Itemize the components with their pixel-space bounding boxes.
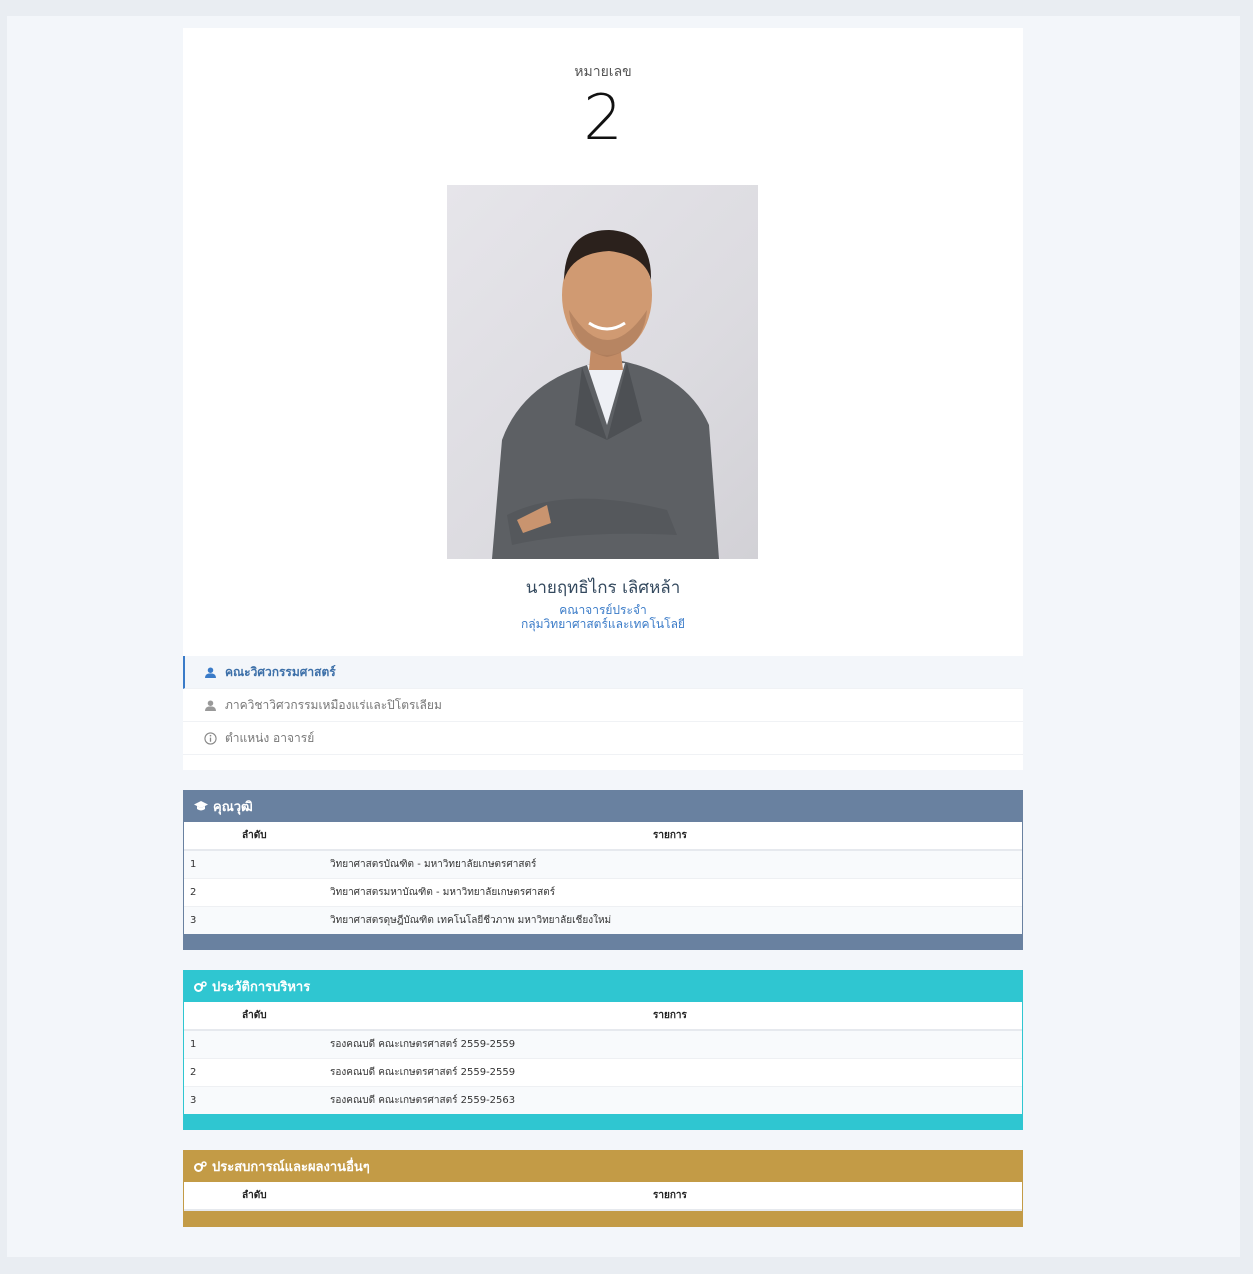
table-row: 3 วิทยาศาสตรดุษฎีบัณฑิต เทคโนโลยีชีวภาพ …: [184, 905, 1022, 934]
qualifications-header: คุณวุฒิ: [184, 790, 1022, 822]
number-value: 2: [583, 81, 623, 154]
table-header-row: ลำดับ รายการ: [184, 822, 1022, 851]
row-index: 3: [184, 905, 330, 934]
graduation-cap-icon: [194, 800, 208, 812]
admin-history-footer: [184, 1114, 1022, 1130]
row-index: 2: [184, 877, 330, 906]
info-item-label: คณะวิศวกรรมศาสตร์: [225, 664, 336, 679]
row-item: รองคณบดี คณะเกษตรศาสตร์ 2559-2563: [330, 1085, 1022, 1114]
qualifications-title: คุณวุฒิ: [213, 799, 253, 815]
user-icon: [199, 699, 221, 711]
column-header-item: รายการ: [330, 1002, 1022, 1031]
info-item-label: ภาควิชาวิศวกรรมเหมืองแร่และปิโตรเลียม: [225, 697, 442, 712]
info-item-label: ตำแหน่ง อาจารย์: [225, 730, 315, 745]
column-header-item: รายการ: [330, 822, 1022, 851]
cogs-icon: [194, 980, 207, 992]
user-icon: [199, 666, 221, 678]
row-index: 2: [184, 1057, 330, 1086]
profile-card: หมายเลข 2 นายฤทธิไกร เลิศหล้า คณาจารย์ปร…: [183, 28, 1023, 770]
row-item: รองคณบดี คณะเกษตรศาสตร์ 2559-2559: [330, 1029, 1022, 1058]
experience-footer: [184, 1211, 1022, 1227]
row-index: 1: [184, 1029, 330, 1058]
table-row: 1 วิทยาศาสตรบัณฑิต - มหาวิทยาลัยเกษตรศาส…: [184, 849, 1022, 878]
profile-photo: [447, 185, 758, 559]
table-row: 2 วิทยาศาสตรมหาบัณฑิต - มหาวิทยาลัยเกษตร…: [184, 877, 1022, 906]
position-text: คณาจารย์ประจำ กลุ่มวิทยาศาสตร์และเทคโนโล…: [183, 603, 1023, 631]
admin-history-header: ประวัติการบริหาร: [184, 970, 1022, 1002]
column-header-index: ลำดับ: [184, 1182, 330, 1211]
row-item: วิทยาศาสตรดุษฎีบัณฑิต เทคโนโลยีชีวภาพ มห…: [330, 905, 1022, 934]
qualifications-table: ลำดับ รายการ 1 วิทยาศาสตรบัณฑิต - มหาวิท…: [184, 822, 1022, 934]
table-row: 3 รองคณบดี คณะเกษตรศาสตร์ 2559-2563: [184, 1085, 1022, 1114]
position-line-2: กลุ่มวิทยาศาสตร์และเทคโนโลยี: [521, 617, 685, 631]
row-item: วิทยาศาสตรบัณฑิต - มหาวิทยาลัยเกษตรศาสตร…: [330, 849, 1022, 878]
table-row: 2 รองคณบดี คณะเกษตรศาสตร์ 2559-2559: [184, 1057, 1022, 1086]
position-line-1: คณาจารย์ประจำ: [559, 603, 647, 617]
table-header-row: ลำดับ รายการ: [184, 1182, 1022, 1211]
admin-history-title: ประวัติการบริหาร: [212, 979, 311, 995]
row-index: 1: [184, 849, 330, 878]
info-item-position[interactable]: ตำแหน่ง อาจารย์: [183, 722, 1023, 755]
row-item: รองคณบดี คณะเกษตรศาสตร์ 2559-2559: [330, 1057, 1022, 1086]
experience-header: ประสบการณ์และผลงานอื่นๆ: [184, 1150, 1022, 1182]
info-icon: [199, 731, 221, 745]
qualifications-footer: [184, 934, 1022, 950]
info-list: คณะวิศวกรรมศาสตร์ ภาควิชาวิศวกรรมเหมืองแ…: [183, 656, 1023, 755]
column-header-index: ลำดับ: [184, 1002, 330, 1031]
table-header-row: ลำดับ รายการ: [184, 1002, 1022, 1031]
admin-history-table: ลำดับ รายการ 1 รองคณบดี คณะเกษตรศาสตร์ 2…: [184, 1002, 1022, 1114]
info-item-faculty[interactable]: คณะวิศวกรรมศาสตร์: [183, 656, 1023, 689]
column-header-index: ลำดับ: [184, 822, 330, 851]
experience-panel: ประสบการณ์และผลงานอื่นๆ ลำดับ รายการ: [183, 1150, 1023, 1227]
admin-history-panel: ประวัติการบริหาร ลำดับ รายการ 1 รองคณบดี…: [183, 970, 1023, 1130]
experience-title: ประสบการณ์และผลงานอื่นๆ: [212, 1159, 370, 1175]
person-name: นายฤทธิไกร เลิศหล้า: [525, 578, 681, 598]
cogs-icon: [194, 1160, 207, 1172]
info-item-department[interactable]: ภาควิชาวิศวกรรมเหมืองแร่และปิโตรเลียม: [183, 689, 1023, 722]
table-row: 1 รองคณบดี คณะเกษตรศาสตร์ 2559-2559: [184, 1029, 1022, 1058]
experience-table: ลำดับ รายการ: [184, 1182, 1022, 1211]
column-header-item: รายการ: [330, 1182, 1022, 1211]
row-index: 3: [184, 1085, 330, 1114]
row-item: วิทยาศาสตรมหาบัณฑิต - มหาวิทยาลัยเกษตรศา…: [330, 877, 1022, 906]
qualifications-panel: คุณวุฒิ ลำดับ รายการ 1 วิทยาศาสตรบัณฑิต …: [183, 790, 1023, 950]
